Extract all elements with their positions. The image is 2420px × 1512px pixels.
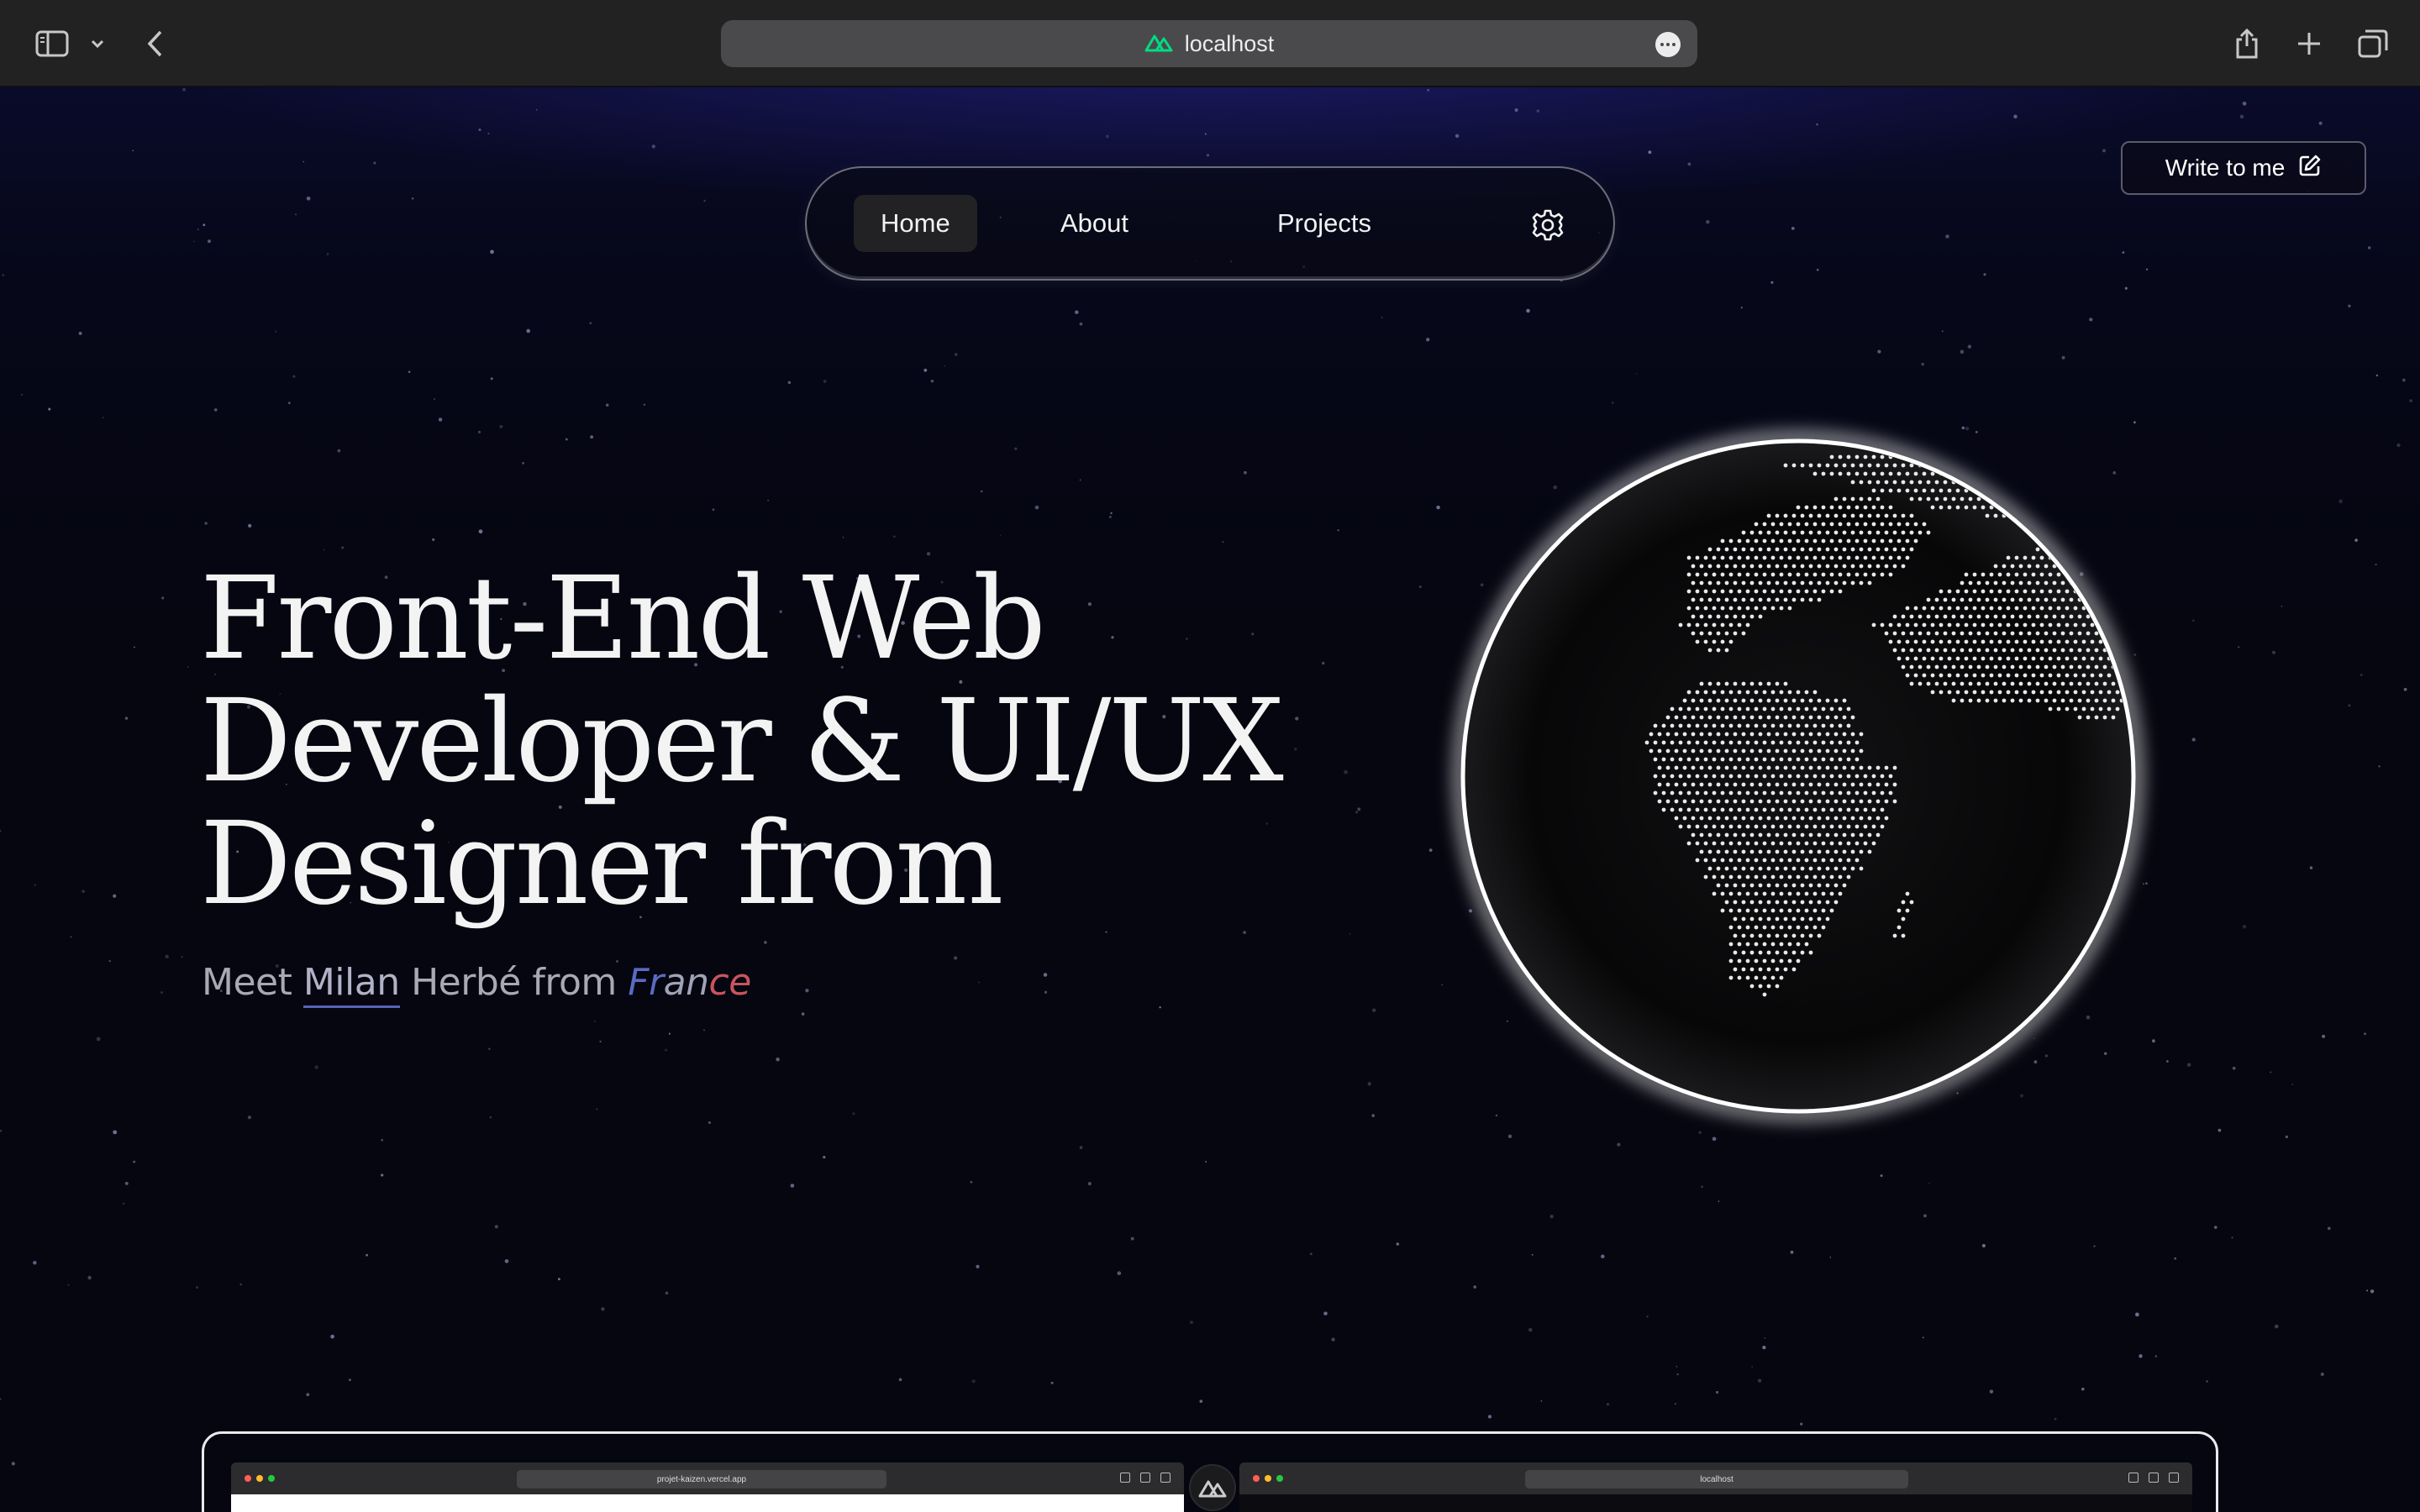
address-bar[interactable]: localhost bbox=[721, 20, 1697, 67]
nav-projects[interactable]: Projects bbox=[1250, 195, 1398, 252]
dotted-globe[interactable] bbox=[1428, 407, 2168, 1146]
hero-title-line: Designer from bbox=[200, 798, 1003, 931]
new-tab-icon[interactable] bbox=[2292, 24, 2326, 64]
sidebar-icon[interactable] bbox=[34, 24, 71, 64]
name-link[interactable]: Milan bbox=[302, 961, 400, 1008]
nuxt-logo-icon bbox=[1189, 1464, 1236, 1511]
country-name: France bbox=[628, 961, 751, 1004]
nuxt-logo-icon bbox=[1144, 32, 1173, 55]
nav-about[interactable]: About bbox=[1034, 195, 1155, 252]
preview-url-left: projet-kaizen.vercel.app bbox=[656, 1474, 747, 1484]
nav-home[interactable]: Home bbox=[854, 195, 977, 252]
gear-icon[interactable] bbox=[1531, 208, 1565, 242]
subtitle-prefix: Meet bbox=[202, 961, 303, 1004]
back-icon[interactable] bbox=[141, 24, 168, 64]
tabs-overview-icon[interactable] bbox=[2354, 24, 2391, 64]
hero-title-line: Front-End Web bbox=[200, 553, 1046, 685]
hero-title: Front-End Web Developer & UI/UX Designer… bbox=[200, 558, 1292, 926]
browser-toolbar: localhost bbox=[0, 0, 2420, 87]
project-preview-right[interactable]: localhost bbox=[1239, 1462, 2192, 1512]
address-text: localhost bbox=[1184, 30, 1275, 56]
share-icon[interactable] bbox=[2230, 24, 2264, 64]
page-viewport: Home About Projects Write to me Front-En… bbox=[0, 87, 2420, 1512]
write-to-me-button[interactable]: Write to me bbox=[2121, 141, 2366, 195]
subtitle-middle: Herbé from bbox=[399, 961, 629, 1004]
project-preview-left[interactable]: projet-kaizen.vercel.app bbox=[231, 1462, 1184, 1512]
edit-icon bbox=[2298, 154, 2322, 183]
projects-preview-frame: projet-kaizen.vercel.app localhost bbox=[202, 1431, 2218, 1512]
main-navigation: Home About Projects bbox=[805, 166, 1615, 281]
hero-title-line: Developer & UI/UX bbox=[200, 675, 1284, 808]
chevron-down-icon[interactable] bbox=[87, 24, 108, 64]
more-icon[interactable] bbox=[1655, 32, 1681, 57]
write-to-me-label: Write to me bbox=[2165, 155, 2286, 181]
hero-subtitle: Meet Milan Herbé from France bbox=[202, 961, 751, 1008]
preview-url-right: localhost bbox=[1700, 1474, 1733, 1484]
